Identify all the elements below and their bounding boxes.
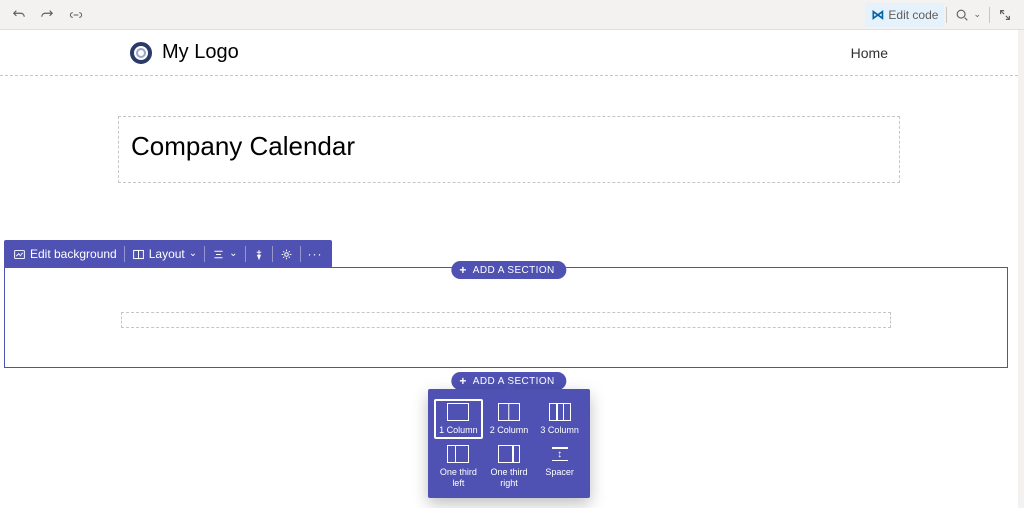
one-column-icon	[447, 403, 469, 421]
section-toolbar: Edit background Layout	[4, 240, 332, 268]
expand-button[interactable]	[992, 4, 1018, 26]
redo-button[interactable]	[34, 4, 60, 26]
undo-button[interactable]	[6, 4, 32, 26]
layout-picker: 1 Column 2 Column 3 Column One third lef…	[428, 389, 590, 498]
one-third-right-icon	[498, 445, 520, 463]
three-column-icon	[549, 403, 571, 421]
layout-1-column[interactable]: 1 Column	[434, 399, 483, 439]
plus-icon: +	[459, 375, 466, 387]
logo-icon	[130, 42, 152, 64]
top-command-bar: ⋈ Edit code ⌄	[0, 0, 1024, 30]
edit-background-label: Edit background	[30, 247, 117, 261]
page-canvas: My Logo Home Company Calendar Edit backg…	[0, 30, 1024, 508]
zoom-button[interactable]: ⌄	[949, 4, 987, 26]
edit-code-label: Edit code	[888, 8, 938, 22]
layout-label: Layout	[149, 247, 185, 261]
layout-spacer[interactable]: ↕ Spacer	[535, 441, 584, 492]
two-column-icon	[498, 403, 520, 421]
add-section-top[interactable]: + ADD A SECTION	[451, 261, 566, 279]
edit-background-button[interactable]: Edit background	[6, 240, 124, 268]
layout-3-column[interactable]: 3 Column	[535, 399, 584, 439]
nav-home[interactable]: Home	[851, 45, 888, 61]
empty-webpart-zone[interactable]	[121, 312, 891, 328]
vscode-icon: ⋈	[871, 7, 884, 23]
link-button[interactable]	[62, 4, 90, 26]
logo-text: My Logo	[162, 41, 239, 64]
spacer-icon: ↕	[549, 445, 571, 463]
content-column: Company Calendar	[0, 76, 1018, 183]
settings-button[interactable]	[273, 240, 300, 268]
pin-button[interactable]	[246, 240, 272, 268]
more-button[interactable]: ···	[301, 240, 330, 268]
align-button[interactable]	[205, 240, 244, 268]
site-header: My Logo Home	[0, 30, 1018, 76]
page-title: Company Calendar	[131, 131, 887, 162]
layout-one-third-left[interactable]: One third left	[434, 441, 483, 492]
add-section-label: ADD A SECTION	[473, 265, 555, 276]
layout-button[interactable]: Layout	[125, 240, 204, 268]
active-section[interactable]	[4, 267, 1008, 368]
one-third-left-icon	[447, 445, 469, 463]
edit-code-button[interactable]: ⋈ Edit code	[865, 3, 944, 27]
layout-2-column[interactable]: 2 Column	[485, 399, 534, 439]
layout-one-third-right[interactable]: One third right	[485, 441, 534, 492]
title-region[interactable]: Company Calendar	[118, 116, 900, 183]
plus-icon: +	[459, 264, 466, 276]
